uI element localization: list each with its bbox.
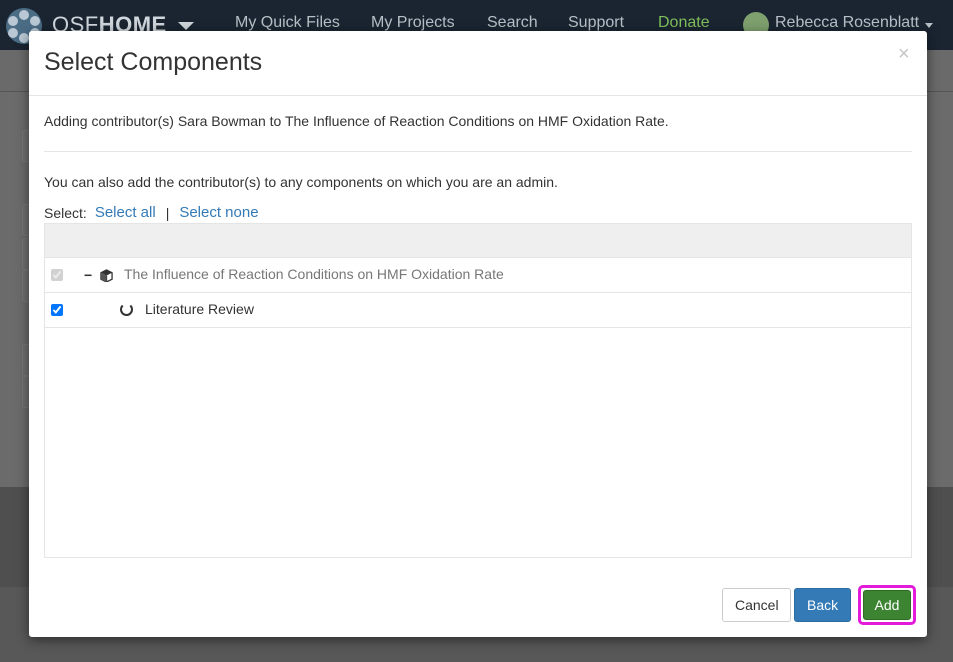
component-circle-icon [120,303,133,316]
modal-header: Select Components × [29,31,927,96]
close-icon[interactable]: × [898,44,910,64]
chevron-down-icon[interactable] [178,22,194,30]
nav-my-quick-files[interactable]: My Quick Files [235,14,340,32]
component-checkbox[interactable] [51,304,63,316]
modal-title: Select Components [44,48,263,76]
intro-text: Adding contributor(s) Sara Bowman to The… [44,113,669,129]
tree-header [45,224,911,258]
nav-support[interactable]: Support [568,14,624,32]
admin-note: You can also add the contributor(s) to a… [44,174,558,190]
add-button[interactable]: Add [863,590,911,620]
component-tree: − The Influence of Reaction Conditions o… [44,223,912,558]
select-controls: Select: Select all | Select none [44,204,259,221]
project-checkbox [51,269,63,281]
nav-donate[interactable]: Donate [658,14,710,32]
select-all-link[interactable]: Select all [95,204,156,221]
tree-row-project: − The Influence of Reaction Conditions o… [45,258,911,293]
nav-my-projects[interactable]: My Projects [371,14,455,32]
nav-user-name[interactable]: Rebecca Rosenblatt [775,14,919,32]
user-caret-icon[interactable] [925,23,933,28]
add-button-highlight: Add [858,585,916,625]
tree-row-component[interactable]: Literature Review [45,293,911,328]
select-label: Select: [44,204,87,221]
project-title: The Influence of Reaction Conditions on … [124,266,504,282]
divider [44,151,912,152]
component-title: Literature Review [145,301,254,317]
collapse-toggle-icon[interactable]: − [84,267,92,283]
select-separator: | [165,204,170,221]
cube-icon [100,269,113,282]
select-none-link[interactable]: Select none [179,204,258,221]
cancel-button[interactable]: Cancel [722,588,791,622]
back-button[interactable]: Back [794,588,851,622]
select-components-modal: Select Components × Adding contributor(s… [29,31,927,637]
nav-search[interactable]: Search [487,14,538,32]
